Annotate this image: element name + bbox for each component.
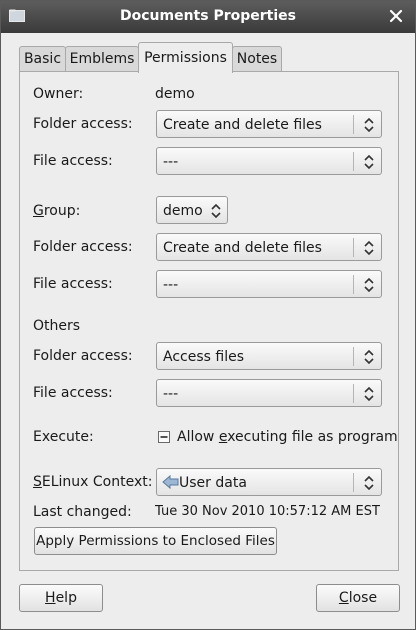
last-changed-value: Tue 30 Nov 2010 10:57:12 AM EST xyxy=(155,504,380,519)
chevron-up-down-icon xyxy=(364,117,374,133)
combo-separator xyxy=(353,384,354,403)
chevron-up-down-icon xyxy=(364,386,374,402)
group-label-text: roup: xyxy=(43,203,81,219)
execute-text-pre: Allow xyxy=(177,429,219,445)
tab-basic[interactable]: Basic xyxy=(19,46,66,72)
combo-separator xyxy=(353,275,354,294)
group-folder-value: Create and delete files xyxy=(163,240,322,256)
close-icon[interactable] xyxy=(387,7,405,25)
others-file-value: --- xyxy=(163,386,179,402)
help-button[interactable]: Help xyxy=(19,584,103,612)
window-title: Documents Properties xyxy=(120,8,296,24)
execute-checkbox-label[interactable]: Allow executing file as program xyxy=(177,427,398,447)
owner-file-label: File access: xyxy=(33,153,113,169)
tab-emblems[interactable]: Emblems xyxy=(65,46,139,72)
help-label: elp xyxy=(55,590,77,606)
combo-separator xyxy=(353,238,354,257)
execute-text-post: xecuting file as program xyxy=(227,429,398,445)
owner-folder-label: Folder access: xyxy=(33,116,133,132)
others-heading: Others xyxy=(33,318,81,334)
others-file-combo[interactable]: --- xyxy=(156,379,382,407)
owner-file-combo[interactable]: --- xyxy=(156,147,382,175)
group-file-value: --- xyxy=(163,277,179,293)
combo-separator xyxy=(353,347,354,366)
group-combo[interactable]: demo xyxy=(156,196,228,224)
properties-dialog: Documents Properties Basic Emblems Permi… xyxy=(0,0,416,630)
selinux-label-text: ELinux Context: xyxy=(41,474,153,490)
group-label-mnemonic: G xyxy=(33,203,44,219)
selinux-value: User data xyxy=(179,475,247,491)
execute-label: Execute: xyxy=(33,429,94,445)
owner-folder-combo[interactable]: Create and delete files xyxy=(156,110,382,138)
group-folder-label: Folder access: xyxy=(33,239,133,255)
selinux-mnemonic: S xyxy=(33,474,42,490)
chevron-up-down-icon xyxy=(364,475,374,491)
others-folder-combo[interactable]: Access files xyxy=(156,342,382,370)
apply-permissions-button[interactable]: Apply Permissions to Enclosed Files xyxy=(34,527,277,555)
owner-value: demo xyxy=(155,86,195,102)
titlebar: Documents Properties xyxy=(1,1,415,33)
owner-file-value: --- xyxy=(163,154,179,170)
others-folder-value: Access files xyxy=(163,349,244,365)
tab-notes[interactable]: Notes xyxy=(232,46,282,72)
combo-separator xyxy=(353,152,354,171)
chevron-up-down-icon xyxy=(364,154,374,170)
tab-permissions[interactable]: Permissions xyxy=(138,42,233,73)
close-label: lose xyxy=(348,590,378,606)
others-file-label: File access: xyxy=(33,385,113,401)
others-folder-label: Folder access: xyxy=(33,348,133,364)
selinux-label: SELinux Context: xyxy=(33,472,152,492)
chevron-up-down-icon xyxy=(364,349,374,365)
group-file-combo[interactable]: --- xyxy=(156,270,382,298)
group-file-label: File access: xyxy=(33,276,113,292)
group-label: Group: xyxy=(33,201,80,221)
chevron-up-down-icon xyxy=(364,277,374,293)
last-changed-label: Last changed: xyxy=(33,504,132,520)
execute-checkbox[interactable] xyxy=(158,431,170,443)
selinux-combo[interactable]: User data xyxy=(156,468,382,496)
close-mnemonic: C xyxy=(338,590,349,606)
chevron-up-down-icon xyxy=(211,203,221,219)
close-button[interactable]: Close xyxy=(316,584,400,612)
help-mnemonic: H xyxy=(45,590,56,606)
group-folder-combo[interactable]: Create and delete files xyxy=(156,233,382,261)
owner-folder-value: Create and delete files xyxy=(163,117,322,133)
user-data-icon xyxy=(162,474,179,490)
group-value: demo xyxy=(163,203,203,219)
combo-separator xyxy=(353,115,354,134)
execute-mnemonic: e xyxy=(218,429,228,445)
combo-separator xyxy=(353,473,354,492)
owner-label: Owner: xyxy=(33,86,84,102)
chevron-up-down-icon xyxy=(364,240,374,256)
